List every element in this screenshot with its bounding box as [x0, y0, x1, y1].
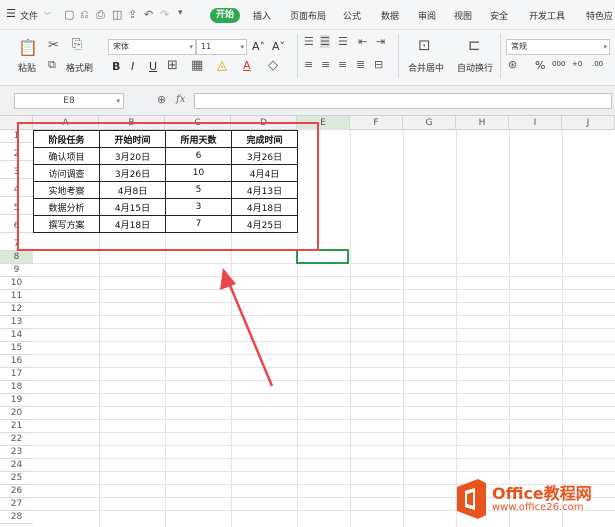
- brand-url: www.office26.com: [492, 502, 584, 513]
- watermark-logo: Office教程网 www.office26.com: [452, 474, 612, 524]
- office-logo-icon: [457, 479, 486, 519]
- brand-name: Office教程网: [492, 484, 592, 503]
- annotation-arrow: [220, 268, 274, 387]
- arrow-head: [220, 268, 236, 290]
- arrow-shaft: [227, 282, 274, 387]
